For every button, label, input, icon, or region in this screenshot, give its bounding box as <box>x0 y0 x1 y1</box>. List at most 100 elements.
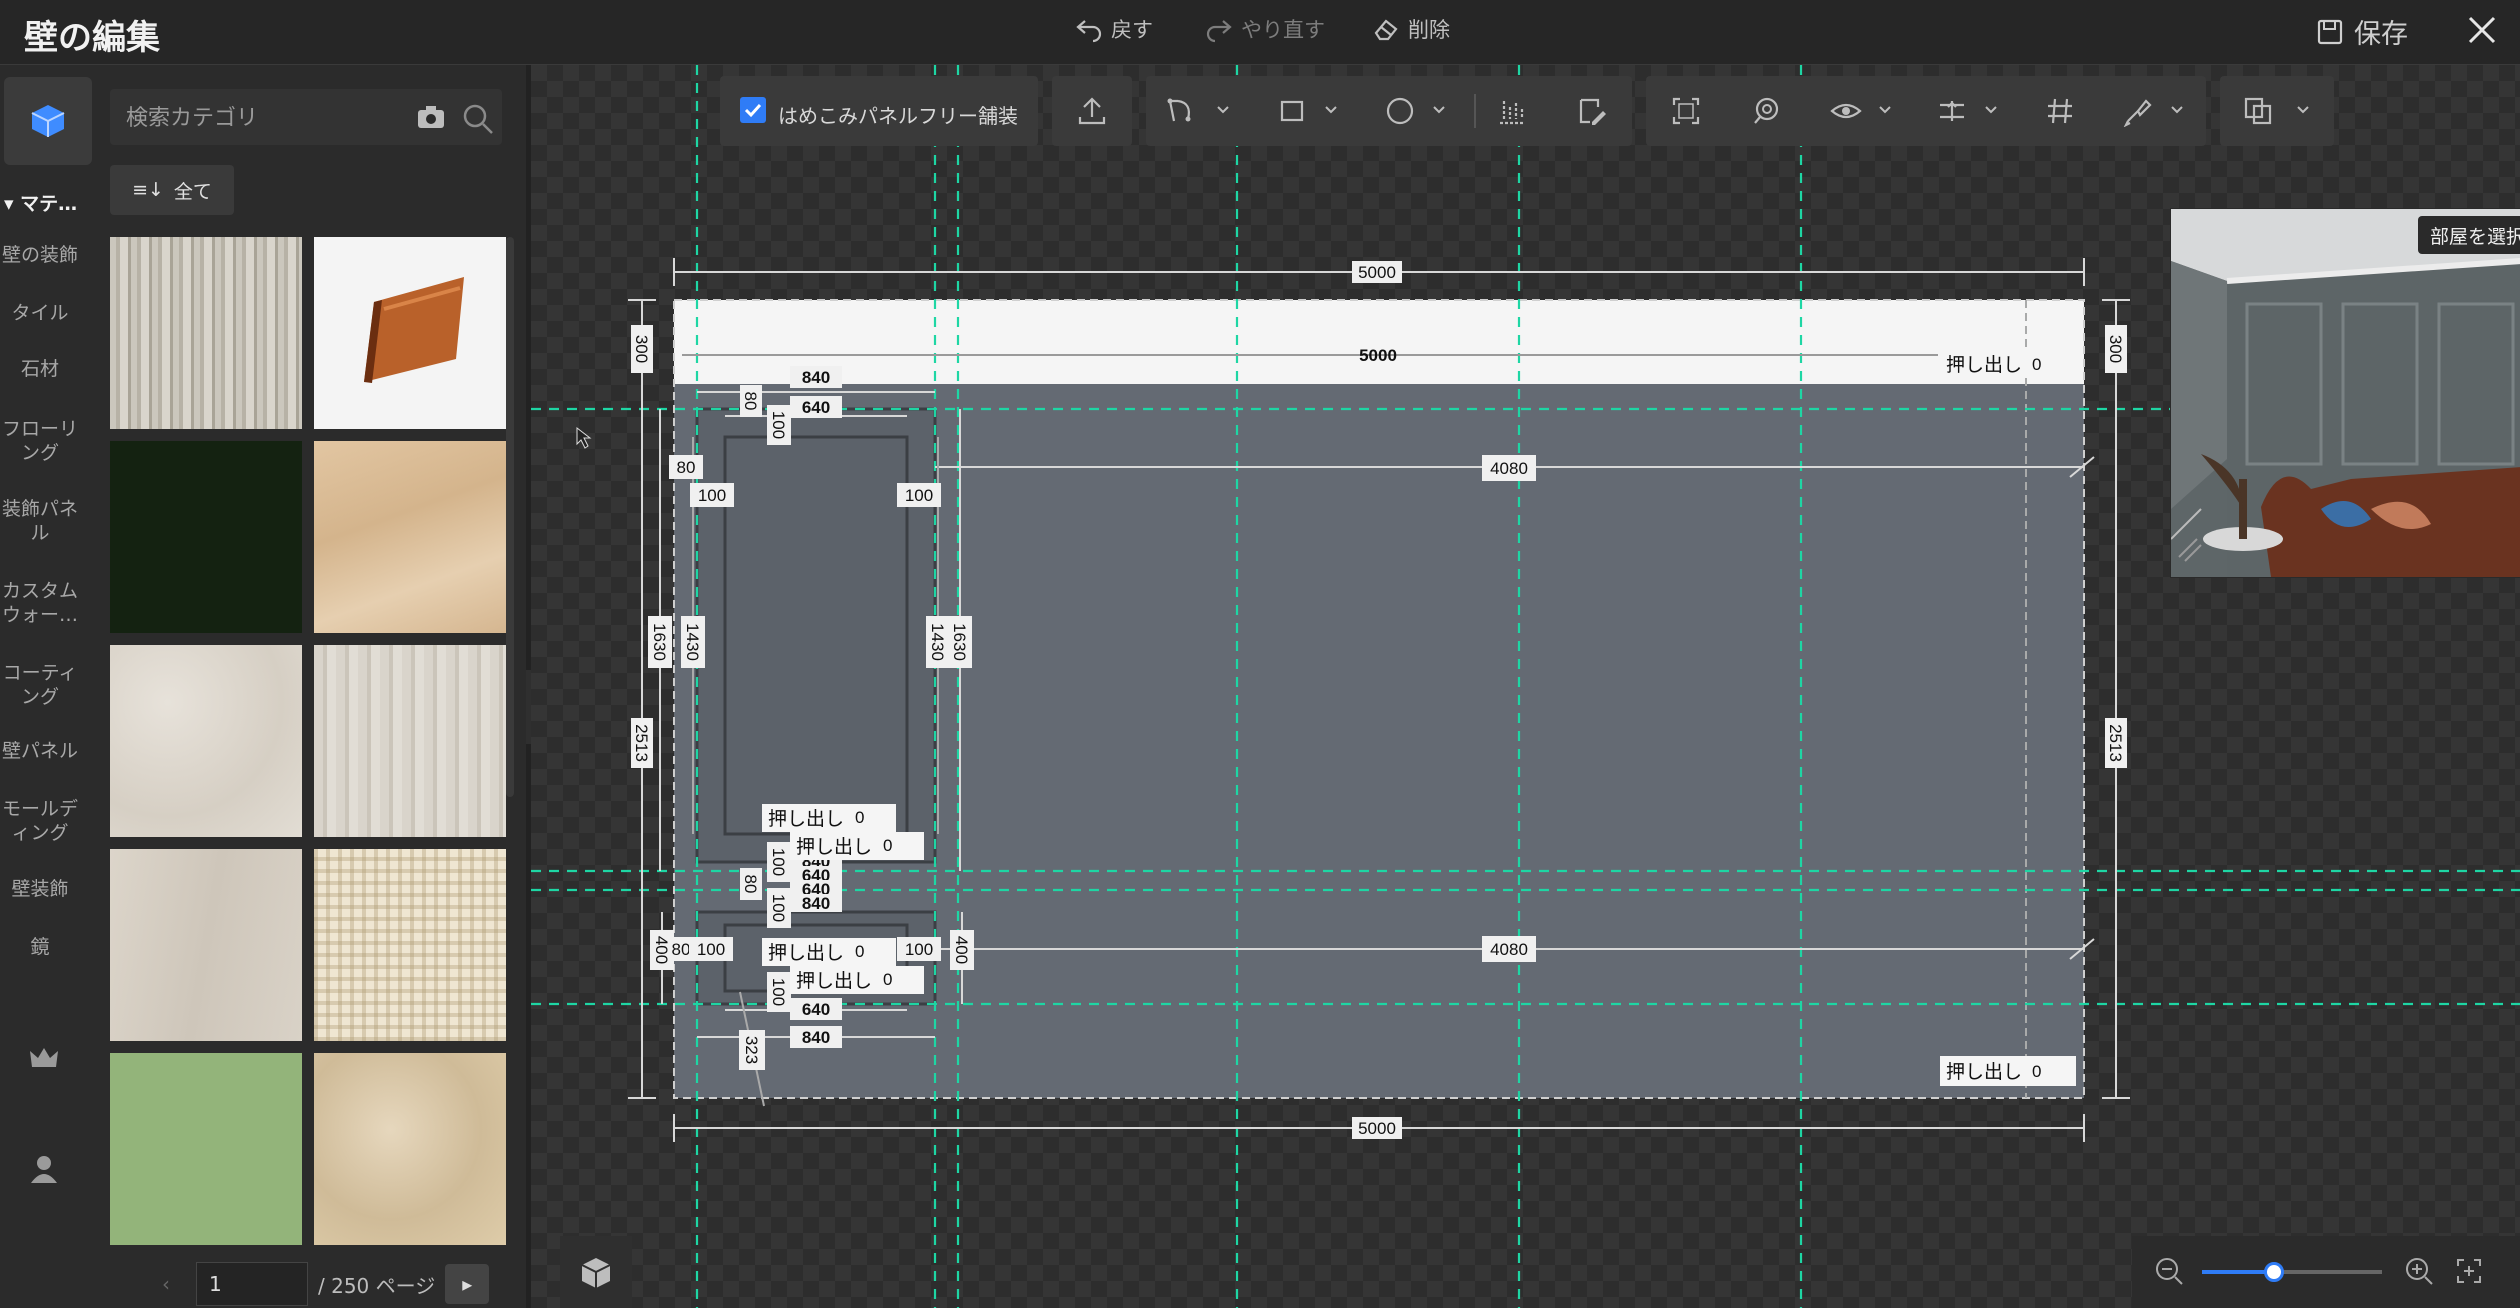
view-3d-button[interactable] <box>560 1236 632 1308</box>
material-panel: ≡↓ 全て ‹ / 250 ページ <box>96 65 526 1308</box>
prev-page-icon[interactable]: ‹ <box>146 1272 186 1296</box>
p1-width-inner: 640 <box>802 398 830 417</box>
cube-3d-icon <box>581 1258 611 1288</box>
filter-all-button[interactable]: ≡↓ 全て <box>110 165 234 215</box>
undo-icon <box>1076 20 1102 43</box>
p1-height-outer-right: 1630 <box>950 623 969 661</box>
circle-icon[interactable] <box>1384 95 1416 127</box>
room-3d-preview[interactable] <box>2170 208 2520 578</box>
top-molding-band[interactable] <box>674 300 2084 384</box>
draw-tools-group <box>1146 76 1632 146</box>
p2-gap-left-100: 100 <box>697 940 725 959</box>
search-icon[interactable] <box>462 103 494 135</box>
rail-section-material[interactable]: ▾ マテ… <box>4 189 77 216</box>
panel-1-outer[interactable] <box>695 407 937 864</box>
copy-icon[interactable] <box>2242 95 2274 127</box>
camera-icon[interactable] <box>416 103 446 131</box>
p1-gap-left-80: 80 <box>677 458 696 477</box>
title-bar: 壁の編集 戻す やり直す 削除 保存 <box>0 0 2520 65</box>
free-paving-checkbox[interactable] <box>740 97 766 123</box>
view-tools-group <box>1646 76 2206 146</box>
close-icon[interactable] <box>2462 10 2502 50</box>
chevron-down-icon[interactable] <box>1984 105 1998 115</box>
zoom-in-icon[interactable] <box>2404 1256 2434 1286</box>
dim-left-total: 2513 <box>632 724 651 762</box>
lasso-icon[interactable] <box>1750 95 1782 127</box>
baseboard-illustration <box>364 277 464 383</box>
rail-item-wall-panel[interactable]: 壁パネル <box>0 739 80 763</box>
material-thumb-whitewash-wood[interactable] <box>314 645 506 837</box>
extrude-bottom-value: 0 <box>2032 1062 2041 1081</box>
chevron-down-icon[interactable] <box>1216 105 1230 115</box>
rail-item-wall-decoration[interactable]: 壁の装飾 <box>0 243 80 267</box>
zoom-slider[interactable] <box>2202 1262 2382 1282</box>
align-bottom-icon[interactable] <box>1496 95 1528 127</box>
rail-item-wall-ornament[interactable]: 壁装飾 <box>0 877 80 901</box>
panel-scrollbar[interactable] <box>506 237 514 797</box>
edit-panel-icon[interactable] <box>1576 95 1608 127</box>
undo-button[interactable]: 戻す <box>1075 14 1153 44</box>
rail-item-decor-panel[interactable]: 装飾パネル <box>0 497 80 545</box>
rail-item-custom-wall[interactable]: カスタムウォー… <box>0 579 80 627</box>
material-thumb-beige-marble[interactable] <box>314 1053 506 1245</box>
p1-height-outer-left: 1630 <box>650 623 669 661</box>
rail-item-tile[interactable]: タイル <box>0 301 80 325</box>
free-paving-toggle[interactable]: はめこみパネルフリー舗装 <box>720 76 1038 146</box>
room-select-button[interactable]: 部屋を選択 <box>2418 216 2520 254</box>
dim-bottom: 5000 <box>1358 1119 1396 1138</box>
delete-button[interactable]: 削除 <box>1372 14 1450 44</box>
undo-label: 戻す <box>1111 18 1153 42</box>
brush-icon[interactable] <box>2122 95 2154 127</box>
crown-icon[interactable] <box>26 1041 62 1077</box>
chevron-down-icon[interactable] <box>2170 105 2184 115</box>
p2-height-left: 400 <box>652 936 671 964</box>
material-thumb-wood-grain-gray[interactable] <box>110 237 302 429</box>
fit-frame-icon[interactable] <box>1670 95 1702 127</box>
zoom-out-icon[interactable] <box>2154 1256 2184 1286</box>
rail-item-mirror[interactable]: 鏡 <box>0 935 80 959</box>
material-thumb-woven[interactable] <box>314 849 506 1041</box>
p2-gap-left-80: 80 <box>672 940 691 959</box>
material-category-button[interactable] <box>4 77 92 165</box>
fit-screen-icon[interactable] <box>2454 1256 2484 1286</box>
search-input[interactable] <box>110 89 398 147</box>
chevron-down-icon[interactable] <box>1432 105 1446 115</box>
eraser-icon <box>1374 19 1398 41</box>
material-thumb-light-oak[interactable] <box>314 441 506 633</box>
dim-right-top: 300 <box>2106 335 2125 363</box>
chevron-down-icon[interactable] <box>2296 105 2310 115</box>
rail-item-stone[interactable]: 石材 <box>0 357 80 381</box>
chevron-down-icon[interactable] <box>1324 105 1338 115</box>
pen-path-icon[interactable] <box>1166 95 1198 127</box>
rectangle-icon[interactable] <box>1276 95 1308 127</box>
cube-icon <box>31 105 65 137</box>
grid-icon[interactable] <box>2044 95 2076 127</box>
p2-width-inner: 640 <box>802 1000 830 1019</box>
save-button[interactable]: 保存 <box>2316 12 2408 51</box>
extrude-top-value: 0 <box>2032 355 2041 374</box>
chevron-down-icon[interactable] <box>1878 105 1892 115</box>
redo-button[interactable]: やり直す <box>1205 14 1325 44</box>
next-page-icon: ▸ <box>462 1272 473 1296</box>
p2-gap-right-100: 100 <box>905 940 933 959</box>
rail-item-flooring[interactable]: フローリング <box>0 417 80 465</box>
material-thumb-sage-green[interactable] <box>110 1053 302 1245</box>
material-thumb-dark-green[interactable] <box>110 441 302 633</box>
user-icon[interactable] <box>26 1151 62 1187</box>
material-thumb-pale-wood[interactable] <box>110 849 302 1041</box>
next-page-button[interactable]: ▸ <box>445 1264 490 1304</box>
material-thumb-baseboard[interactable] <box>314 237 506 429</box>
extrude-p1-label: 押し出し <box>768 808 844 830</box>
material-thumb-white-marble[interactable] <box>110 645 302 837</box>
rail-item-molding[interactable]: モールディング <box>0 797 80 845</box>
p1-gap-top-100: 100 <box>769 411 788 439</box>
material-grid <box>110 237 506 1291</box>
eye-icon[interactable] <box>1830 95 1862 127</box>
p1-height-inner-right: 1430 <box>928 623 947 661</box>
rail-item-coating[interactable]: コーティング <box>0 661 80 709</box>
zoom-slider-knob[interactable] <box>2264 1262 2284 1282</box>
check-icon <box>744 103 762 118</box>
page-input[interactable] <box>196 1262 308 1306</box>
export-button[interactable] <box>1052 76 1132 146</box>
distribute-icon[interactable] <box>1936 95 1968 127</box>
